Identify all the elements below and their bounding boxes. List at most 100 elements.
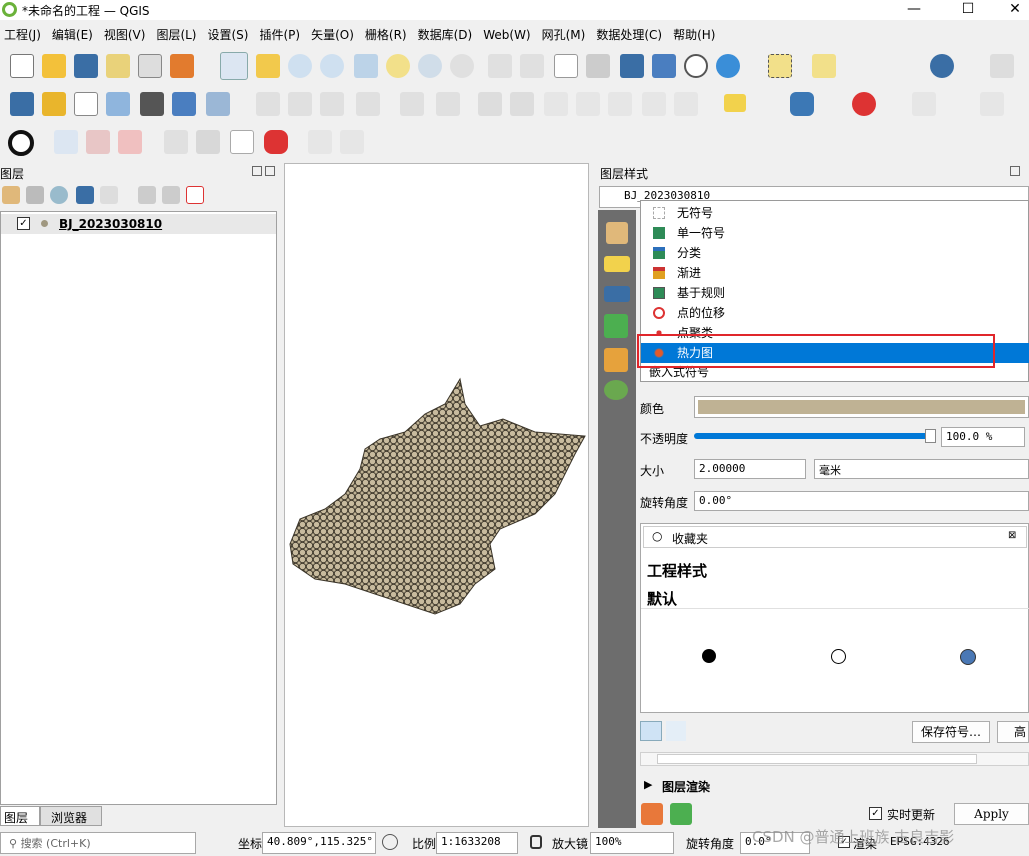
coordinate-xy-icon[interactable] (54, 130, 78, 154)
python-console-icon[interactable] (790, 92, 814, 116)
circle-tool-icon[interactable] (8, 130, 34, 156)
scrollbar-thumb[interactable] (657, 754, 977, 764)
tab-layers[interactable]: 图层 (0, 806, 40, 826)
close-panel-icon[interactable] (265, 166, 275, 176)
split-features-icon[interactable] (118, 130, 142, 154)
renderer-option-no-symbol[interactable]: 无符号 (641, 203, 1029, 223)
deselect-icon[interactable] (812, 54, 836, 78)
diagrams-tab-icon[interactable] (604, 348, 628, 372)
expand-arrow-icon[interactable]: ▶ (644, 778, 652, 791)
raster-icon[interactable] (140, 92, 164, 116)
vertex-tool-icon[interactable] (400, 92, 424, 116)
filter-expression-icon[interactable] (100, 186, 118, 204)
layer-visibility-checkbox[interactable]: ✓ (17, 217, 30, 230)
shape-digitize-icon[interactable] (980, 92, 1004, 116)
undo-style-icon[interactable] (641, 803, 663, 825)
renderer-option-categorized[interactable]: 分类 (641, 243, 1029, 263)
zoom-in-icon[interactable] (288, 54, 312, 78)
save-edits-icon[interactable] (320, 92, 344, 116)
redo-style-icon[interactable] (670, 803, 692, 825)
coord-field[interactable]: 40.809°,115.325° (262, 832, 376, 854)
scale-field[interactable]: 1:1633208 (436, 832, 518, 854)
menu-project[interactable]: 工程(J) (0, 24, 45, 45)
snapping-magnet-icon[interactable] (852, 92, 876, 116)
menu-settings[interactable]: 设置(S) (204, 24, 253, 45)
masks-tab-icon[interactable] (604, 286, 630, 302)
menu-help[interactable]: 帮助(H) (669, 24, 719, 45)
white-dot-symbol[interactable] (831, 649, 846, 664)
print-layout-icon[interactable] (138, 54, 162, 78)
add-delimited-text-icon[interactable] (74, 92, 98, 116)
identify-icon[interactable] (930, 54, 954, 78)
style-manager-icon[interactable] (170, 54, 194, 78)
labels-tab-icon[interactable] (604, 256, 630, 272)
menu-database[interactable]: 数据库(D) (414, 24, 477, 45)
blue-dot-symbol[interactable] (960, 649, 976, 665)
menu-edit[interactable]: 编辑(E) (48, 24, 97, 45)
list-view-icon[interactable] (666, 721, 686, 741)
node-tool-icon[interactable] (308, 130, 332, 154)
menu-layer[interactable]: 图层(L) (152, 24, 200, 45)
symbol-search-input[interactable]: 收藏夹 (672, 530, 708, 547)
black-dot-symbol[interactable] (702, 649, 716, 663)
rotation-field[interactable]: 0.00° (694, 491, 1029, 511)
cut-features-icon[interactable] (544, 92, 568, 116)
zoom-native-icon[interactable] (450, 54, 474, 78)
select-features-icon[interactable] (768, 54, 792, 78)
add-group-icon[interactable] (26, 186, 44, 204)
live-update-checkbox[interactable]: ✓ (869, 807, 882, 820)
menu-vector[interactable]: 矢量(O) (307, 24, 358, 45)
renderer-option-single[interactable]: 单一符号 (641, 223, 1029, 243)
renderer-option-displacement[interactable]: 点的位移 (641, 303, 1029, 323)
redo-icon[interactable] (674, 92, 698, 116)
float-panel-icon[interactable] (252, 166, 262, 176)
3d-view-tab-icon[interactable] (604, 314, 628, 338)
menu-processing[interactable]: 数据处理(C) (592, 24, 666, 45)
reverse-line-icon[interactable] (164, 130, 188, 154)
annotation-icon[interactable] (264, 130, 288, 154)
extents-toggle-icon[interactable] (382, 834, 398, 850)
horizontal-scrollbar[interactable] (640, 752, 1029, 766)
pan-map-icon[interactable] (220, 52, 248, 80)
new-geopackage-icon[interactable] (42, 92, 66, 116)
size-field[interactable]: 2.00000 (694, 459, 806, 479)
zoom-full-icon[interactable] (354, 54, 378, 78)
digitize-line-icon[interactable] (86, 130, 110, 154)
zoom-next-icon[interactable] (520, 54, 544, 78)
remove-layer-icon[interactable] (186, 186, 204, 204)
new-map-view-icon[interactable] (554, 54, 578, 78)
locator-search[interactable]: ⚲ 搜索 (Ctrl+K) (0, 832, 196, 854)
save-project-icon[interactable] (74, 54, 98, 78)
expand-all-icon[interactable] (138, 186, 156, 204)
opacity-field[interactable]: 100.0 % (941, 427, 1025, 447)
paste-features-icon[interactable] (608, 92, 632, 116)
symbology-tab-icon[interactable] (606, 222, 628, 244)
layer-rendering-section[interactable]: 图层渲染 (662, 778, 710, 795)
data-source-manager-icon[interactable] (10, 92, 34, 116)
size-unit-select[interactable]: 毫米 (814, 459, 1029, 479)
maximize-button[interactable]: ☐ (945, 0, 991, 20)
zoom-selection-icon[interactable] (386, 54, 410, 78)
collapse-all-icon[interactable] (162, 186, 180, 204)
menu-view[interactable]: 视图(V) (100, 24, 150, 45)
color-button[interactable] (694, 396, 1029, 418)
show-bookmarks-icon[interactable] (652, 54, 676, 78)
toggle-editing-icon[interactable] (288, 92, 312, 116)
history-tab-icon[interactable] (604, 380, 628, 400)
opacity-slider[interactable] (694, 433, 934, 439)
icon-view-icon[interactable] (640, 721, 662, 741)
minimize-button[interactable]: — (891, 0, 937, 20)
renderer-option-graduated[interactable]: 渐进 (641, 263, 1029, 283)
copy-features-icon[interactable] (576, 92, 600, 116)
new-3d-view-icon[interactable] (586, 54, 610, 78)
map-canvas[interactable] (284, 163, 589, 827)
attribute-table-icon[interactable] (478, 92, 502, 116)
menu-web[interactable]: Web(W) (479, 26, 534, 44)
tab-browser[interactable]: 浏览器 (40, 806, 102, 826)
lock-scale-icon[interactable] (530, 835, 542, 849)
modify-attributes-icon[interactable] (436, 92, 460, 116)
label-toolbar-icon[interactable] (724, 94, 746, 112)
add-vector-icon[interactable] (206, 92, 230, 116)
open-styling-icon[interactable] (2, 186, 20, 204)
symbol-search[interactable]: ○ 收藏夹 ⊠ (643, 526, 1027, 548)
